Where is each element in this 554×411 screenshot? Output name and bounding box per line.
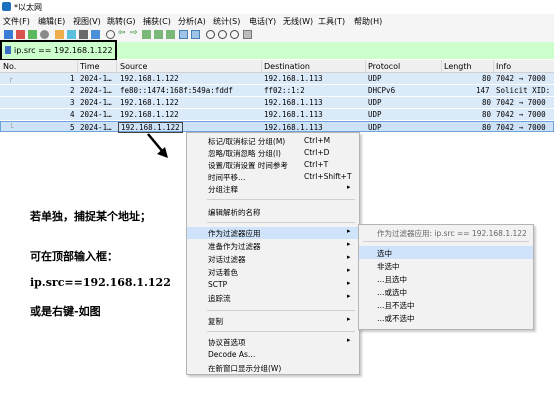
submenu-arrow-icon: ▸ xyxy=(347,279,351,287)
arrow-icon xyxy=(147,133,168,158)
menu-item-sctp[interactable]: SCTP ▸ xyxy=(187,279,359,291)
submenu-item-or-not-selected[interactable]: …或不选中 xyxy=(359,311,533,324)
menu-item-edit-resolved-name[interactable]: 编辑解析的名称 xyxy=(187,206,359,218)
apply-as-filter-submenu: 作为过滤器应用: ip.src == 192.168.1.122 选中 非选中 … xyxy=(358,224,534,330)
menu-item-prepare-as-filter[interactable]: 准备作为过滤器 ▸ xyxy=(187,240,359,252)
submenu-item-and-not-selected[interactable]: …且不选中 xyxy=(359,298,533,311)
menu-item-decode-as[interactable]: Decode As… xyxy=(187,349,359,361)
submenu-arrow-icon: ▸ xyxy=(347,240,351,248)
submenu-header: 作为过滤器应用: ip.src == 192.168.1.122 xyxy=(377,229,527,238)
menu-item-follow-stream[interactable]: 追踪流 ▸ xyxy=(187,292,359,304)
menu-item-mark-packet[interactable]: 标记/取消标记 分组(M) Ctrl+M xyxy=(187,135,359,147)
submenu-item-and-selected[interactable]: …且选中 xyxy=(359,272,533,285)
submenu-item-selected[interactable]: 选中 xyxy=(359,246,533,259)
note-line-3: ip.src==192.168.1.122 xyxy=(30,276,171,289)
menu-item-ignore-packet[interactable]: 忽略/取消忽略 分组(I) Ctrl+D xyxy=(187,147,359,159)
note-line-4: 或是右键-如图 xyxy=(30,305,101,318)
menu-item-colorize-conversation[interactable]: 对话着色 ▸ xyxy=(187,266,359,278)
submenu-item-or-selected[interactable]: …或选中 xyxy=(359,285,533,298)
submenu-arrow-icon: ▸ xyxy=(347,227,351,235)
submenu-arrow-icon: ▸ xyxy=(347,292,351,300)
menu-item-time-shift[interactable]: 时间平移… Ctrl+Shift+T xyxy=(187,171,359,183)
note-line-2: 可在顶部输入框： xyxy=(30,250,118,263)
menu-item-packet-comment[interactable]: 分组注释 ▸ xyxy=(187,183,359,195)
menu-item-apply-as-filter[interactable]: 作为过滤器应用 ▸ xyxy=(187,227,359,239)
note-line-1: 若单独，捕捉某个地址； xyxy=(30,210,151,223)
menu-item-time-reference[interactable]: 设置/取消设置 时间参考 Ctrl+T xyxy=(187,159,359,171)
submenu-arrow-icon: ▸ xyxy=(347,315,351,323)
packet-context-menu: 标记/取消标记 分组(M) Ctrl+M 忽略/取消忽略 分组(I) Ctrl+D … xyxy=(186,132,360,375)
submenu-arrow-icon: ▸ xyxy=(347,253,351,261)
menu-item-conversation-filter[interactable]: 对话过滤器 ▸ xyxy=(187,253,359,265)
menu-item-protocol-preferences[interactable]: 协议首选项 ▸ xyxy=(187,336,359,348)
submenu-arrow-icon: ▸ xyxy=(347,336,351,344)
menu-item-copy[interactable]: 复制 ▸ xyxy=(187,315,359,327)
submenu-item-not-selected[interactable]: 非选中 xyxy=(359,259,533,272)
submenu-arrow-icon: ▸ xyxy=(347,266,351,274)
menu-item-show-in-new-window[interactable]: 在新窗口显示分组(W) xyxy=(187,362,359,374)
submenu-arrow-icon: ▸ xyxy=(347,183,351,191)
